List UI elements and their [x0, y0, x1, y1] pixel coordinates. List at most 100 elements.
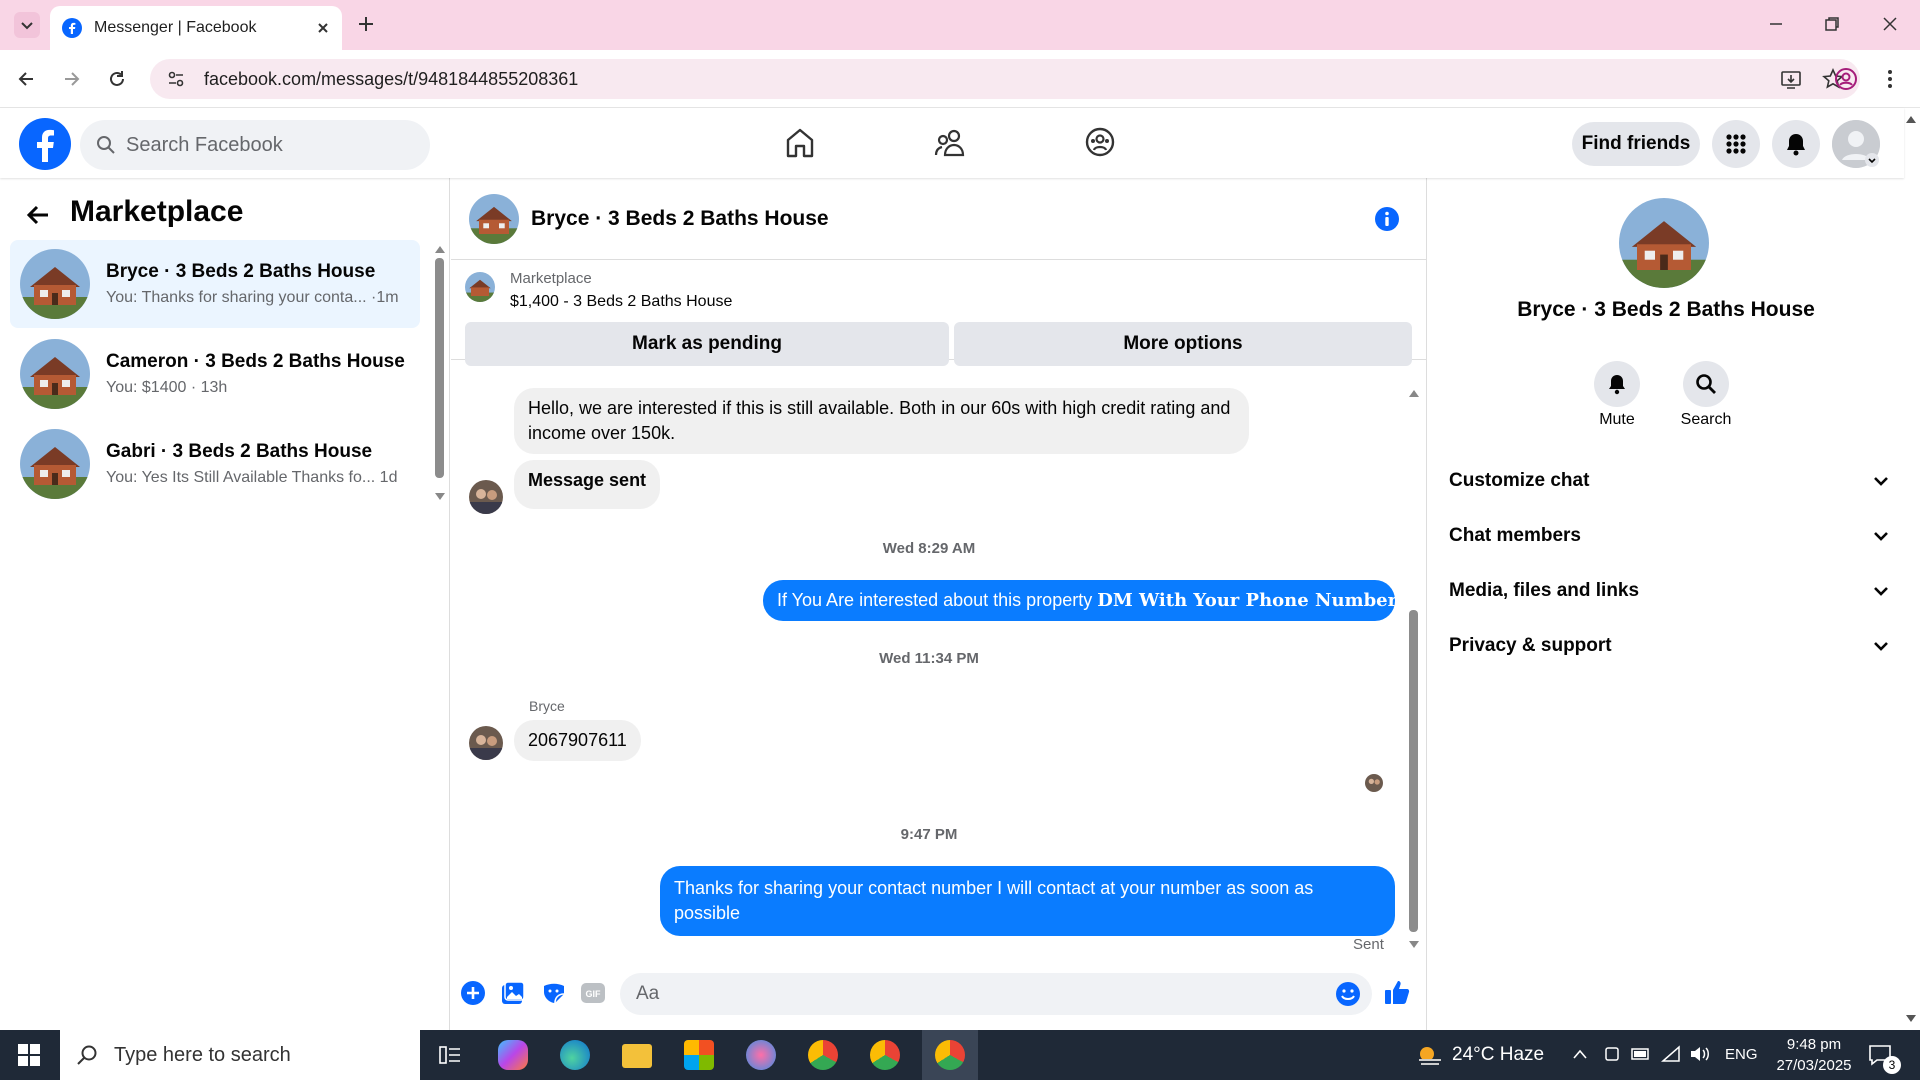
windows-start-icon[interactable]	[18, 1044, 40, 1066]
mark-as-pending-button[interactable]: Mark as pending	[465, 322, 949, 366]
forward-arrow-icon[interactable]	[62, 69, 82, 89]
privacy-support-section[interactable]: Privacy & support	[1449, 635, 1889, 657]
notifications-button[interactable]	[1772, 120, 1820, 168]
edge-icon[interactable]	[560, 1040, 590, 1070]
back-arrow-icon[interactable]	[16, 69, 36, 89]
microsoft-store-icon[interactable]	[684, 1040, 714, 1070]
section-label: Media, files and links	[1449, 580, 1640, 601]
message-status: Sent	[1353, 936, 1384, 953]
close-tab-icon[interactable]	[316, 21, 330, 35]
task-view-icon[interactable]	[438, 1043, 462, 1067]
install-app-icon[interactable]	[1780, 68, 1802, 90]
chrome-profile-w-icon[interactable]	[808, 1040, 838, 1070]
plus-circle-icon[interactable]	[460, 980, 486, 1006]
browser-tab-active[interactable]: Messenger | Facebook	[50, 6, 342, 50]
url-text[interactable]: facebook.com/messages/t/9481844855208361	[204, 69, 1780, 90]
browser-menu-icon[interactable]	[1886, 68, 1894, 90]
battery-icon[interactable]	[1631, 1047, 1651, 1061]
find-friends-button[interactable]: Find friends	[1572, 122, 1700, 166]
clock[interactable]: 9:48 pm 27/03/2025	[1766, 1034, 1862, 1076]
file-explorer-icon[interactable]	[622, 1044, 652, 1068]
friends-icon[interactable]	[934, 128, 968, 158]
scrollbar-thumb[interactable]	[1409, 610, 1418, 932]
chat-avatar[interactable]	[469, 194, 519, 244]
chat-title[interactable]: Bryce · 3 Beds 2 Baths House	[531, 207, 829, 231]
sticker-icon[interactable]	[541, 980, 567, 1006]
chat-header: Bryce · 3 Beds 2 Baths House	[451, 178, 1426, 260]
chrome-profile-a-icon[interactable]	[870, 1040, 900, 1070]
taskbar-search-placeholder: Type here to search	[114, 1043, 291, 1066]
clock-time: 9:48 pm	[1786, 1036, 1842, 1053]
copilot-icon[interactable]	[498, 1040, 528, 1070]
new-tab-icon[interactable]	[357, 15, 375, 33]
browser-tab-bar: Messenger | Facebook	[0, 0, 1920, 50]
close-window-icon[interactable]	[1882, 16, 1898, 32]
taskbar-search[interactable]: Type here to search	[60, 1030, 420, 1080]
photo-icon[interactable]	[500, 980, 526, 1006]
scroll-down-icon[interactable]	[1408, 940, 1420, 950]
facebook-search-placeholder: Search Facebook	[126, 133, 283, 156]
chevron-down-icon	[21, 22, 33, 30]
emoji-icon[interactable]	[1335, 981, 1361, 1007]
notification-count-badge: 3	[1883, 1056, 1901, 1074]
scroll-up-icon[interactable]	[434, 244, 446, 254]
bell-icon	[1787, 134, 1805, 156]
menu-button[interactable]	[1712, 120, 1760, 168]
search-icon	[1696, 374, 1716, 394]
search-in-conversation-button[interactable]	[1683, 361, 1729, 407]
profile-icon[interactable]	[1834, 67, 1858, 91]
chevron-up-icon[interactable]	[1572, 1048, 1588, 1060]
message-outgoing: If You Are interested about this propert…	[763, 580, 1398, 621]
profile-avatar[interactable]	[1619, 198, 1709, 288]
minimize-icon[interactable]	[1768, 16, 1784, 32]
conversation-preview: You: Yes Its Still Available Thanks fo..…	[106, 469, 398, 486]
scrollbar-thumb[interactable]	[435, 258, 444, 478]
back-arrow-icon[interactable]	[26, 204, 50, 226]
gif-icon[interactable]: GIF	[580, 980, 606, 1006]
weather-icon[interactable]	[1415, 1042, 1445, 1068]
page-scroll-up-icon[interactable]	[1905, 114, 1917, 124]
scroll-down-icon[interactable]	[434, 492, 446, 502]
conversation-item[interactable]: Bryce · 3 Beds 2 Baths House You: Thanks…	[10, 240, 420, 328]
restore-icon[interactable]	[1824, 16, 1840, 32]
site-info-icon[interactable]	[166, 69, 186, 89]
message-text-bold: DM With Your Phone Number	[1097, 590, 1398, 611]
media-files-links-section[interactable]: Media, files and links	[1449, 580, 1889, 602]
message-timestamp: Wed 8:29 AM	[882, 540, 976, 557]
scroll-up-icon[interactable]	[1408, 388, 1420, 398]
listing-thumbnail	[20, 249, 90, 319]
info-icon[interactable]	[1374, 206, 1400, 232]
reload-icon[interactable]	[107, 69, 127, 89]
page-scroll-down-icon[interactable]	[1905, 1014, 1917, 1024]
more-options-button[interactable]: More options	[954, 322, 1412, 366]
chevron-down-icon	[1874, 477, 1888, 486]
thumbs-up-icon[interactable]	[1383, 978, 1411, 1006]
language-indicator[interactable]: ENG	[1725, 1046, 1758, 1063]
marketplace-label: Marketplace	[510, 270, 592, 287]
volume-icon[interactable]	[1689, 1045, 1711, 1063]
tab-search-button[interactable]	[14, 12, 40, 38]
listing-thumbnail	[20, 339, 90, 409]
groups-icon[interactable]	[1084, 126, 1116, 158]
facebook-search-input[interactable]: Search Facebook	[80, 120, 430, 170]
conversation-item[interactable]: Gabri · 3 Beds 2 Baths House You: Yes It…	[10, 420, 420, 508]
wifi-icon[interactable]	[1661, 1045, 1681, 1063]
address-bar[interactable]: facebook.com/messages/t/9481844855208361	[150, 59, 1860, 99]
meet-now-icon[interactable]	[1603, 1045, 1621, 1065]
home-icon[interactable]	[784, 126, 816, 160]
chevron-down-icon	[1874, 587, 1888, 596]
facebook-logo-icon[interactable]	[19, 118, 71, 170]
chrome-active-icon[interactable]	[935, 1040, 965, 1070]
profile-name: Bryce · 3 Beds 2 Baths House	[1517, 298, 1815, 321]
conversation-preview: You: Thanks for sharing your conta... ·1…	[106, 289, 399, 306]
customize-chat-section[interactable]: Customize chat	[1449, 470, 1889, 492]
chat-members-section[interactable]: Chat members	[1449, 525, 1889, 547]
listing-title[interactable]: $1,400 - 3 Beds 2 Baths House	[510, 293, 732, 311]
mute-button[interactable]	[1594, 361, 1640, 407]
message-input[interactable]: Aa	[620, 973, 1372, 1015]
account-avatar[interactable]	[1832, 120, 1880, 168]
conversation-item[interactable]: Cameron · 3 Beds 2 Baths House You: $140…	[10, 330, 420, 418]
snipping-tool-icon[interactable]	[746, 1040, 776, 1070]
avatar-icon	[1832, 120, 1880, 168]
weather-text[interactable]: 24°C Haze	[1452, 1044, 1544, 1066]
